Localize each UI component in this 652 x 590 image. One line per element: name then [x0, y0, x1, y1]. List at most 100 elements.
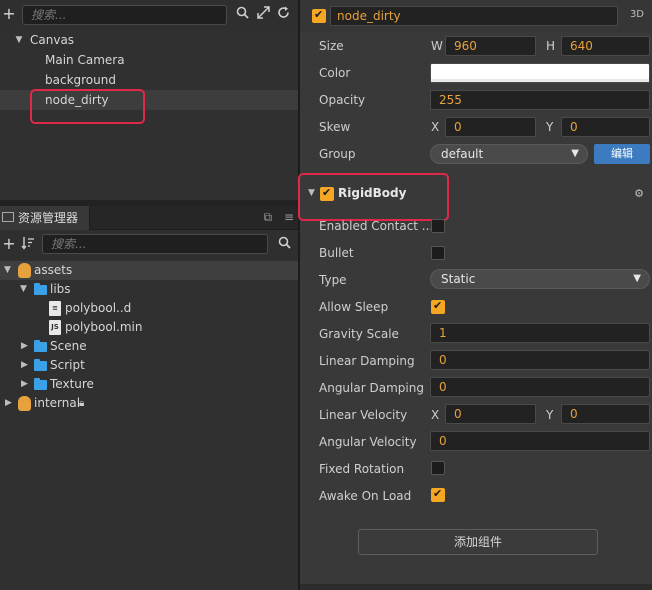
panel-menu-icons: ⧉ ≡ [264, 210, 294, 225]
color-picker[interactable] [430, 63, 650, 83]
plus-icon[interactable]: + [2, 4, 16, 24]
expand-icon[interactable] [255, 6, 271, 22]
type-select-value: Static [441, 272, 476, 286]
folder-icon [34, 340, 47, 352]
angular-velocity-input[interactable]: 0 [430, 431, 650, 451]
node-header: node_dirty 3D [300, 0, 652, 32]
asset-item-texture[interactable]: ▶ Texture [0, 375, 298, 394]
node-active-checkbox[interactable] [312, 8, 326, 23]
allow-sleep-label: Allow Sleep [319, 300, 389, 314]
highlight-box [30, 89, 145, 124]
asset-label: polybool.min [65, 320, 143, 334]
tree-node-label: background [45, 73, 116, 87]
group-select-value: default [441, 147, 484, 161]
asset-toolbar: + 搜索... [0, 230, 298, 258]
expand-arrow-icon[interactable]: ▼ [20, 280, 27, 299]
tab-label: 资源管理器 [18, 211, 79, 225]
width-input[interactable]: 960 [445, 36, 536, 56]
tree-node-canvas[interactable]: ▼ Canvas [0, 30, 298, 50]
awake-on-load-label: Awake On Load [319, 489, 412, 503]
asset-item-internal[interactable]: ▶ internal 🔒︎ [0, 394, 298, 413]
group-edit-button[interactable]: 编辑 [594, 144, 650, 164]
skew-y-axis-label: Y [546, 120, 554, 134]
height-axis-label: H [546, 39, 556, 53]
window-icon [2, 212, 14, 222]
gravity-scale-label: Gravity Scale [319, 327, 399, 341]
lv-y-axis-label: Y [546, 408, 554, 422]
asset-label: Texture [50, 377, 94, 391]
enabled-contact-checkbox[interactable] [431, 219, 445, 233]
collapsed-arrow-icon[interactable]: ▶ [21, 356, 28, 375]
bullet-label: Bullet [319, 246, 354, 260]
highlight-box [298, 173, 449, 221]
bottom-strip [300, 584, 652, 590]
asset-item-libs[interactable]: ▼ libs [0, 280, 298, 299]
angular-velocity-label: Angular Velocity [319, 435, 417, 449]
expand-arrow-icon[interactable]: ▼ [14, 30, 24, 50]
sort-icon[interactable] [20, 236, 36, 252]
collapsed-arrow-icon[interactable]: ▶ [5, 394, 12, 413]
asset-item-assets[interactable]: ▼ assets [0, 261, 298, 280]
mode-3d-label[interactable]: 3D [630, 9, 644, 20]
angular-damping-label: Angular Damping [319, 381, 424, 395]
search-icon[interactable] [276, 236, 292, 252]
refresh-icon[interactable] [275, 6, 291, 22]
linear-velocity-x-input[interactable]: 0 [445, 404, 536, 424]
maximize-icon[interactable]: ⧉ [264, 210, 273, 224]
asset-panel-header: 资源管理器 ⧉ ≡ [0, 206, 298, 230]
skew-x-axis-label: X [431, 120, 440, 134]
collapsed-arrow-icon[interactable]: ▶ [21, 337, 28, 356]
hierarchy-search-input[interactable]: 搜索... [22, 5, 227, 25]
tree-node-background[interactable]: background [0, 70, 298, 90]
height-input[interactable]: 640 [561, 36, 650, 56]
folder-icon [34, 359, 47, 371]
group-select[interactable]: default ▼ [430, 144, 588, 164]
asset-item-script[interactable]: ▶ Script [0, 356, 298, 375]
dropdown-caret-icon: ▼ [571, 148, 579, 159]
database-icon [18, 396, 31, 411]
lv-x-axis-label: X [431, 408, 440, 422]
color-label: Color [319, 66, 351, 80]
menu-icon[interactable]: ≡ [284, 210, 294, 224]
allow-sleep-checkbox[interactable] [431, 299, 445, 314]
linear-velocity-label: Linear Velocity [319, 408, 408, 422]
tab-asset-manager[interactable]: 资源管理器 [0, 206, 90, 230]
asset-search-input[interactable]: 搜索... [42, 234, 268, 254]
asset-label: libs [50, 282, 71, 296]
gear-icon[interactable]: ⚙ [634, 187, 644, 200]
js-file-icon: JS [49, 320, 61, 335]
asset-label: Scene [50, 339, 87, 353]
folder-icon [34, 378, 47, 390]
tree-node-main-camera[interactable]: Main Camera [0, 50, 298, 70]
asset-label: assets [34, 263, 73, 277]
linear-velocity-y-input[interactable]: 0 [561, 404, 650, 424]
gravity-scale-input[interactable]: 1 [430, 323, 650, 343]
node-name-input[interactable]: node_dirty [330, 6, 618, 26]
asset-item-polybool-d[interactable]: ≡ polybool..d [0, 299, 298, 318]
plus-icon[interactable]: + [2, 234, 16, 254]
expand-arrow-icon[interactable]: ▼ [4, 261, 11, 280]
asset-item-scene[interactable]: ▶ Scene [0, 337, 298, 356]
lock-icon: 🔒︎ [79, 398, 85, 409]
add-component-button[interactable]: 添加组件 [358, 529, 598, 555]
search-icon[interactable] [234, 6, 250, 22]
angular-damping-input[interactable]: 0 [430, 377, 650, 397]
bullet-checkbox[interactable] [431, 246, 445, 260]
skew-y-input[interactable]: 0 [561, 117, 650, 137]
type-select[interactable]: Static ▼ [430, 269, 650, 289]
awake-on-load-checkbox[interactable] [431, 487, 445, 502]
folder-icon [34, 283, 47, 295]
collapsed-arrow-icon[interactable]: ▶ [21, 375, 28, 394]
skew-label: Skew [319, 120, 351, 134]
size-label: Size [319, 39, 344, 53]
fixed-rotation-checkbox[interactable] [431, 461, 445, 475]
inspector-panel: node_dirty 3D Size W 960 H 640 Color Opa… [298, 0, 652, 590]
tree-node-label: Canvas [30, 33, 75, 47]
width-axis-label: W [431, 39, 443, 53]
skew-x-input[interactable]: 0 [445, 117, 536, 137]
opacity-input[interactable]: 255 [430, 90, 650, 110]
asset-item-polybool-min[interactable]: JS polybool.min [0, 318, 298, 337]
asset-label: Script [50, 358, 85, 372]
linear-damping-input[interactable]: 0 [430, 350, 650, 370]
hierarchy-toolbar: + 搜索... [0, 0, 298, 30]
